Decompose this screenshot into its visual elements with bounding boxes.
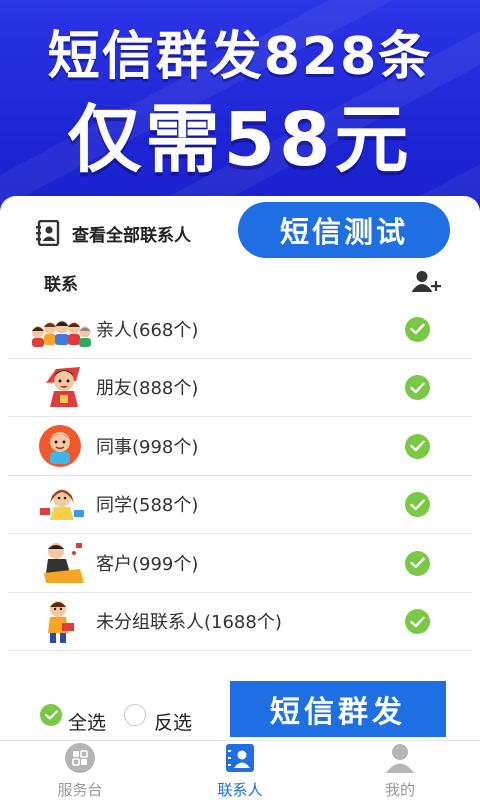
family-avatar-icon <box>32 305 91 353</box>
select-all-label: 全选 <box>68 712 107 734</box>
contact-name: 朋友(888个) <box>96 378 199 400</box>
list-item[interactable]: 亲人(668个) <box>8 300 472 359</box>
list-item[interactable]: 未分组联系人(1688个) <box>8 593 472 651</box>
contact-name: 同事(998个) <box>96 436 199 458</box>
list-item[interactable]: 客户(999个) <box>8 534 472 593</box>
list-item[interactable]: 同学(588个) <box>8 476 472 534</box>
tab-label: 我的 <box>384 781 415 799</box>
check-icon[interactable] <box>405 550 430 576</box>
contact-list: 亲人(668个) 朋友(888个) 同事(998个) 同学(588个) 客户(9… <box>8 300 472 651</box>
contacts-icon <box>224 742 256 774</box>
tab-bar: 服务台 联系人 我的 <box>0 740 480 800</box>
invert-select-label: 反选 <box>154 712 193 734</box>
list-item[interactable]: 同事(998个) <box>8 417 472 476</box>
contact-name: 亲人(668个) <box>96 319 199 341</box>
customer-avatar-icon <box>36 539 90 587</box>
list-item[interactable]: 朋友(888个) <box>8 359 472 417</box>
friend-avatar-icon <box>36 363 90 411</box>
tab-contacts[interactable]: 联系人 <box>160 741 320 800</box>
view-all-label: 查看全部联系人 <box>72 225 191 246</box>
check-icon[interactable] <box>405 492 430 518</box>
select-all-option[interactable]: 全选 <box>40 694 106 735</box>
add-user-icon[interactable] <box>411 270 441 294</box>
tab-profile[interactable]: 我的 <box>320 741 480 800</box>
contact-book-icon <box>36 220 60 246</box>
banner-price: 仅需58元 <box>67 97 413 183</box>
sms-send-button[interactable]: 短信群发 <box>230 681 446 737</box>
contact-name: 客户(999个) <box>96 553 199 575</box>
check-icon[interactable] <box>405 433 430 459</box>
colleague-avatar-icon <box>36 422 90 470</box>
unchecked-radio-icon[interactable] <box>124 703 146 726</box>
tab-label: 服务台 <box>57 781 103 799</box>
invert-select-option[interactable]: 反选 <box>124 694 192 735</box>
section-label: 联系 <box>44 275 78 295</box>
contact-name: 未分组联系人(1688个) <box>96 612 282 634</box>
banner-headline: 短信群发828条 <box>47 27 433 87</box>
tab-service-desk[interactable]: 服务台 <box>0 741 160 800</box>
classmate-avatar-icon <box>36 480 90 528</box>
service-desk-icon <box>64 742 96 774</box>
ungrouped-avatar-icon <box>36 597 90 645</box>
contact-name: 同学(588个) <box>96 495 199 517</box>
sms-test-button[interactable]: 短信测试 <box>238 202 450 258</box>
check-icon[interactable] <box>405 316 430 342</box>
checked-radio-icon[interactable] <box>40 703 62 726</box>
check-icon[interactable] <box>405 375 430 401</box>
check-icon[interactable] <box>405 609 430 635</box>
profile-icon <box>384 742 416 774</box>
view-all-contacts[interactable]: 查看全部联系人 <box>36 218 191 248</box>
tab-label: 联系人 <box>217 781 263 799</box>
